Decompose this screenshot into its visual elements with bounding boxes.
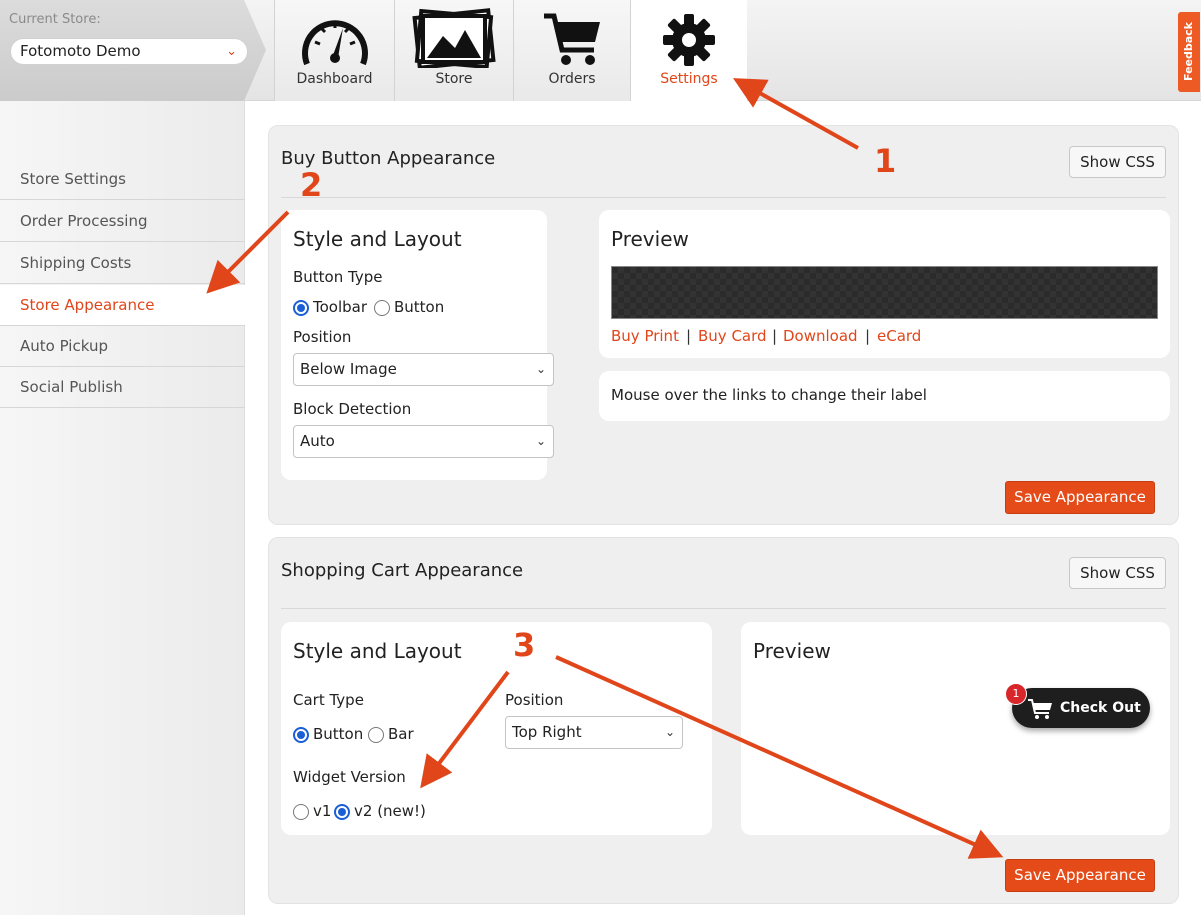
divider	[281, 608, 1166, 609]
cart-position-select[interactable]: Top Right ⌄	[505, 716, 683, 749]
button-type-button-radio[interactable]	[374, 300, 390, 316]
preview-hint-card: Mouse over the links to change their lab…	[599, 371, 1170, 421]
button-type-button-label: Button	[394, 298, 445, 316]
tab-orders[interactable]: Orders	[513, 0, 630, 101]
cart-type-bar-label: Bar	[388, 725, 414, 743]
sidebar: Store Settings Order Processing Shipping…	[0, 101, 245, 915]
store-select[interactable]: Fotomoto Demo ⌄	[10, 38, 248, 65]
cart-count-badge: 1	[1005, 683, 1027, 705]
cart-icon	[1028, 699, 1052, 719]
chevron-down-icon: ⌄	[535, 362, 546, 376]
chevron-down-icon: ⌄	[226, 44, 237, 59]
cart-position-value: Top Right	[512, 723, 582, 741]
widget-v1-radio[interactable]	[293, 804, 309, 820]
chevron-down-icon: ⌄	[664, 725, 675, 739]
buy-card-link[interactable]: Buy Card	[698, 327, 767, 345]
sidebar-item-order-processing[interactable]: Order Processing	[0, 201, 245, 242]
checkout-widget-preview[interactable]: Check Out 1	[1005, 683, 1150, 728]
annotation-step-2: 2	[300, 166, 323, 204]
tab-orders-label: Orders	[548, 71, 596, 87]
cart-preview-title: Preview	[753, 639, 831, 663]
divider	[281, 197, 1166, 198]
cart-type-label: Cart Type	[293, 691, 364, 709]
cart-type-button-label: Button	[313, 725, 364, 743]
cart-type-button-radio[interactable]	[293, 727, 309, 743]
annotation-step-3: 3	[513, 626, 536, 664]
cart-preview-card: Preview	[741, 622, 1170, 835]
download-link[interactable]: Download	[783, 327, 858, 345]
widget-v2-label: v2 (new!)	[354, 802, 426, 820]
dashboard-gauge-icon	[301, 20, 368, 66]
block-detection-value: Auto	[300, 432, 335, 450]
tab-store-label: Store	[435, 71, 473, 87]
sidebar-item-store-settings[interactable]: Store Settings	[0, 159, 245, 200]
block-detection-select[interactable]: Auto ⌄	[293, 425, 554, 458]
button-type-label: Button Type	[293, 268, 383, 286]
store-caption: Current Store:	[9, 12, 101, 27]
buy-print-link[interactable]: Buy Print	[611, 327, 679, 345]
buy-button-show-css-button[interactable]: Show CSS	[1069, 146, 1166, 178]
cart-show-css-button[interactable]: Show CSS	[1069, 557, 1166, 589]
position-select[interactable]: Below Image ⌄	[293, 353, 554, 386]
tab-settings-label: Settings	[660, 71, 718, 87]
preview-image-placeholder	[611, 266, 1158, 319]
top-bar: Current Store: Fotomoto Demo ⌄ Dashboard…	[0, 0, 1201, 101]
sidebar-item-shipping-costs[interactable]: Shipping Costs	[0, 243, 245, 284]
photos-icon	[412, 8, 496, 68]
tab-dashboard-label: Dashboard	[296, 71, 373, 87]
gear-icon	[663, 14, 715, 66]
link-separator: |	[865, 327, 871, 345]
link-separator: |	[772, 327, 778, 345]
buy-button-style-title: Style and Layout	[293, 227, 462, 251]
store-switcher: Current Store: Fotomoto Demo ⌄	[0, 0, 266, 101]
chevron-down-icon: ⌄	[535, 434, 546, 448]
buy-button-style-card: Style and Layout Button Type Toolbar But…	[281, 210, 554, 480]
block-detection-label: Block Detection	[293, 400, 412, 418]
cart-position-label: Position	[505, 691, 564, 709]
cart-save-button[interactable]: Save Appearance	[1005, 859, 1155, 892]
button-type-toolbar-radio[interactable]	[293, 300, 309, 316]
tab-settings[interactable]: Settings	[630, 0, 747, 101]
feedback-tab[interactable]: Feedback	[1178, 12, 1200, 92]
sidebar-item-store-appearance[interactable]: Store Appearance	[0, 285, 245, 326]
buy-button-panel: Buy Button Appearance Show CSS Style and…	[268, 125, 1179, 525]
checkout-label: Check Out	[1060, 700, 1141, 716]
cart-type-bar-radio[interactable]	[368, 727, 384, 743]
position-value: Below Image	[300, 360, 397, 378]
widget-v2-radio[interactable]	[334, 804, 350, 820]
position-label: Position	[293, 328, 352, 346]
tab-store[interactable]: Store	[394, 0, 513, 101]
annotation-step-1: 1	[874, 142, 897, 180]
shopping-cart-title: Shopping Cart Appearance	[281, 560, 524, 581]
preview-hint: Mouse over the links to change their lab…	[611, 386, 927, 404]
cart-style-card: Style and Layout Cart Type Button Bar Po…	[281, 622, 712, 835]
buy-button-save-button[interactable]: Save Appearance	[1005, 481, 1155, 514]
cart-style-title: Style and Layout	[293, 639, 462, 663]
buy-button-preview-card: Preview Buy Print | Buy Card | Download …	[599, 210, 1170, 358]
ecard-link[interactable]: eCard	[877, 327, 921, 345]
buy-button-preview-title: Preview	[611, 227, 689, 251]
widget-version-label: Widget Version	[293, 768, 406, 786]
sidebar-item-auto-pickup[interactable]: Auto Pickup	[0, 326, 245, 367]
widget-v1-label: v1	[313, 802, 332, 820]
tab-dashboard[interactable]: Dashboard	[274, 0, 394, 101]
button-type-toolbar-label: Toolbar	[313, 298, 368, 316]
store-name: Fotomoto Demo	[20, 42, 141, 60]
cart-icon	[544, 13, 600, 65]
sidebar-item-social-publish[interactable]: Social Publish	[0, 367, 245, 408]
link-separator: |	[686, 327, 692, 345]
